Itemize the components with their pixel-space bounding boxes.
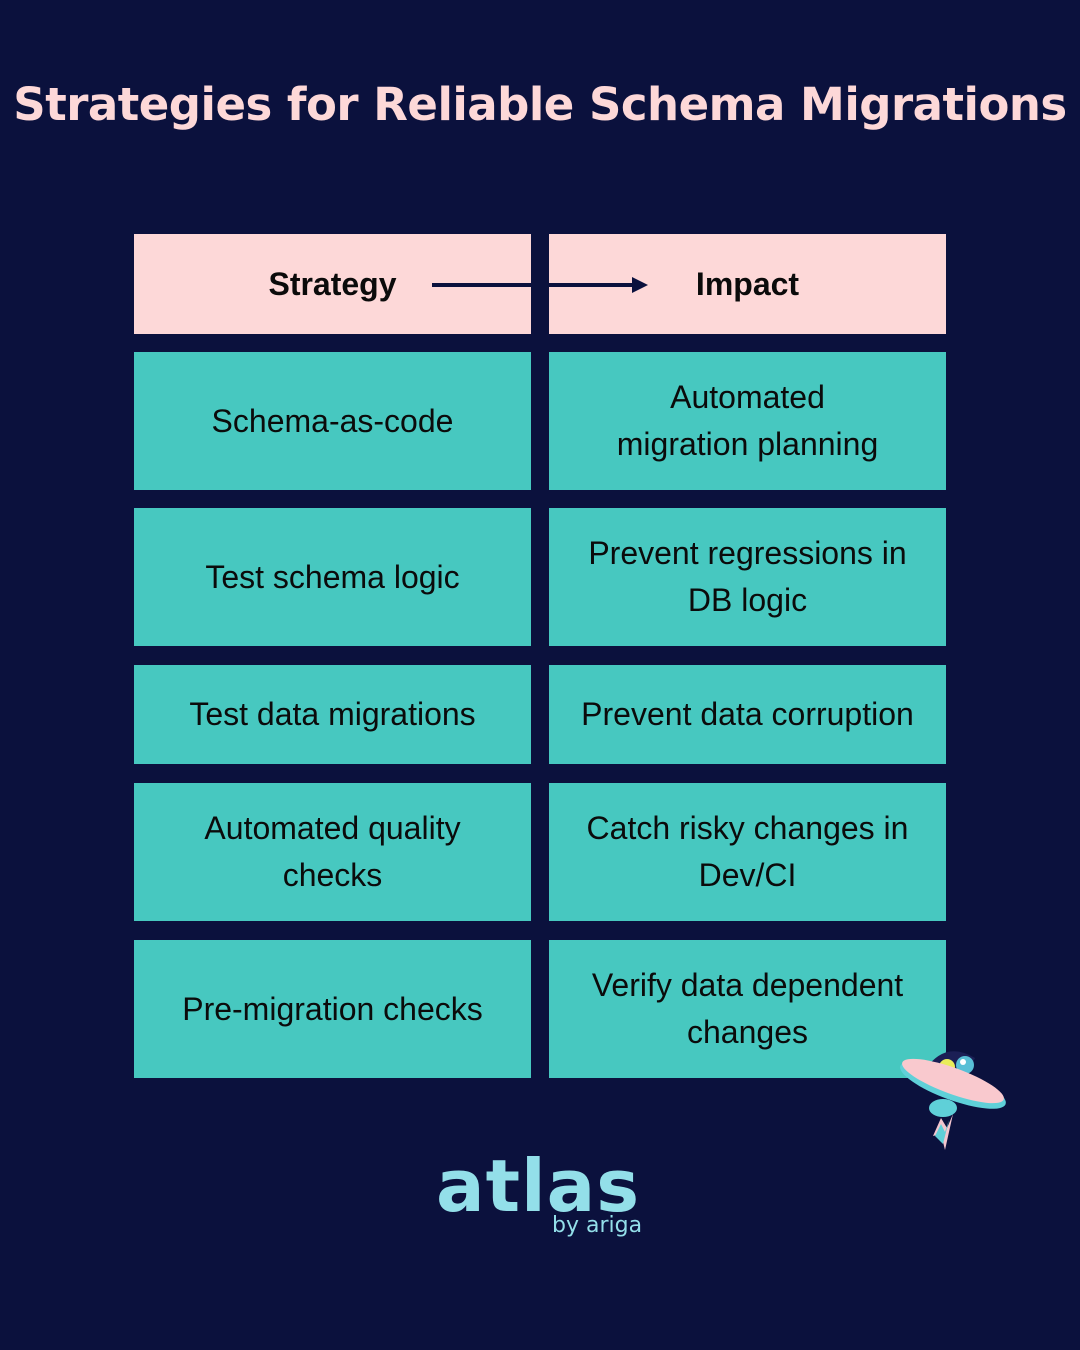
strategy-text: Test schema logic [205, 558, 460, 595]
impact-cell: Prevent regressions in DB logic [549, 508, 946, 646]
strategy-cell: Automated quality checks [134, 783, 531, 921]
impact-cell: Prevent data corruption [549, 665, 946, 764]
strategy-cell: Test data migrations [134, 665, 531, 764]
strategy-text: Pre-migration checks [182, 990, 483, 1027]
impact-text: Verify data dependent changes [591, 967, 904, 1050]
header-impact-label: Impact [695, 265, 800, 302]
strategy-text: Test data migrations [189, 696, 476, 732]
impact-text: Automated migration planning [616, 379, 879, 462]
page-title: Strategies for Reliable Schema Migration… [13, 78, 1067, 131]
strategy-cell: Test schema logic [134, 508, 531, 646]
strategy-text: Schema-as-code [211, 402, 454, 439]
ufo-mascot-icon [900, 1051, 1006, 1150]
atlas-byline: by ariga [552, 1213, 643, 1238]
impact-cell: Verify data dependent changes [549, 940, 946, 1078]
strategy-cell: Schema-as-code [134, 352, 531, 490]
arrow-right-icon [432, 277, 648, 293]
strategy-cell: Pre-migration checks [134, 940, 531, 1078]
impact-cell: Automated migration planning [549, 352, 946, 490]
header-strategy-label: Strategy [268, 265, 397, 302]
strategy-text: Automated quality checks [204, 810, 461, 893]
impact-cell: Catch risky changes in Dev/CI [549, 783, 946, 921]
impact-text: Prevent regressions in DB logic [588, 535, 907, 618]
impact-text: Catch risky changes in Dev/CI [586, 810, 909, 893]
impact-text: Prevent data corruption [581, 696, 914, 732]
atlas-logo: atlas [436, 1144, 641, 1228]
